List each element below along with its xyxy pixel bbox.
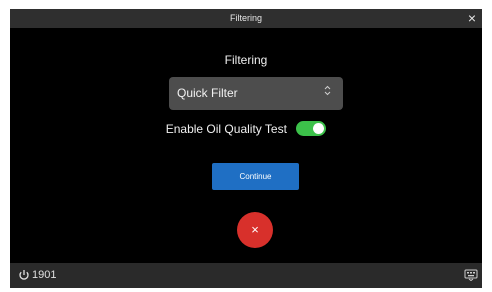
close-icon[interactable]: × <box>465 9 479 28</box>
status-bar: 1901 <box>10 263 482 288</box>
oil-quality-row: Enable Oil Quality Test <box>10 118 482 138</box>
filter-type-select[interactable]: Quick Filter <box>169 77 343 110</box>
main-panel: Filtering Quick Filter Enable Oil Qualit… <box>10 28 482 263</box>
keyboard-icon[interactable] <box>464 269 478 281</box>
window-title: Filtering <box>229 13 262 23</box>
power-icon[interactable] <box>18 269 30 281</box>
oil-quality-label: Enable Oil Quality Test <box>165 121 287 136</box>
continue-button[interactable]: Continue <box>212 163 299 190</box>
power-count: 1901 <box>32 269 57 281</box>
toggle-knob <box>313 123 325 135</box>
close-icon: × <box>251 222 259 237</box>
app-window: Filtering × Filtering Quick Filter Enabl… <box>10 9 482 288</box>
oil-quality-toggle[interactable] <box>296 121 327 137</box>
title-bar: Filtering × <box>10 9 482 28</box>
cancel-button[interactable]: × <box>237 212 273 248</box>
filter-type-value: Quick Filter <box>177 86 238 100</box>
page-title: Filtering <box>224 53 268 67</box>
chevron-up-down-icon <box>324 77 331 110</box>
